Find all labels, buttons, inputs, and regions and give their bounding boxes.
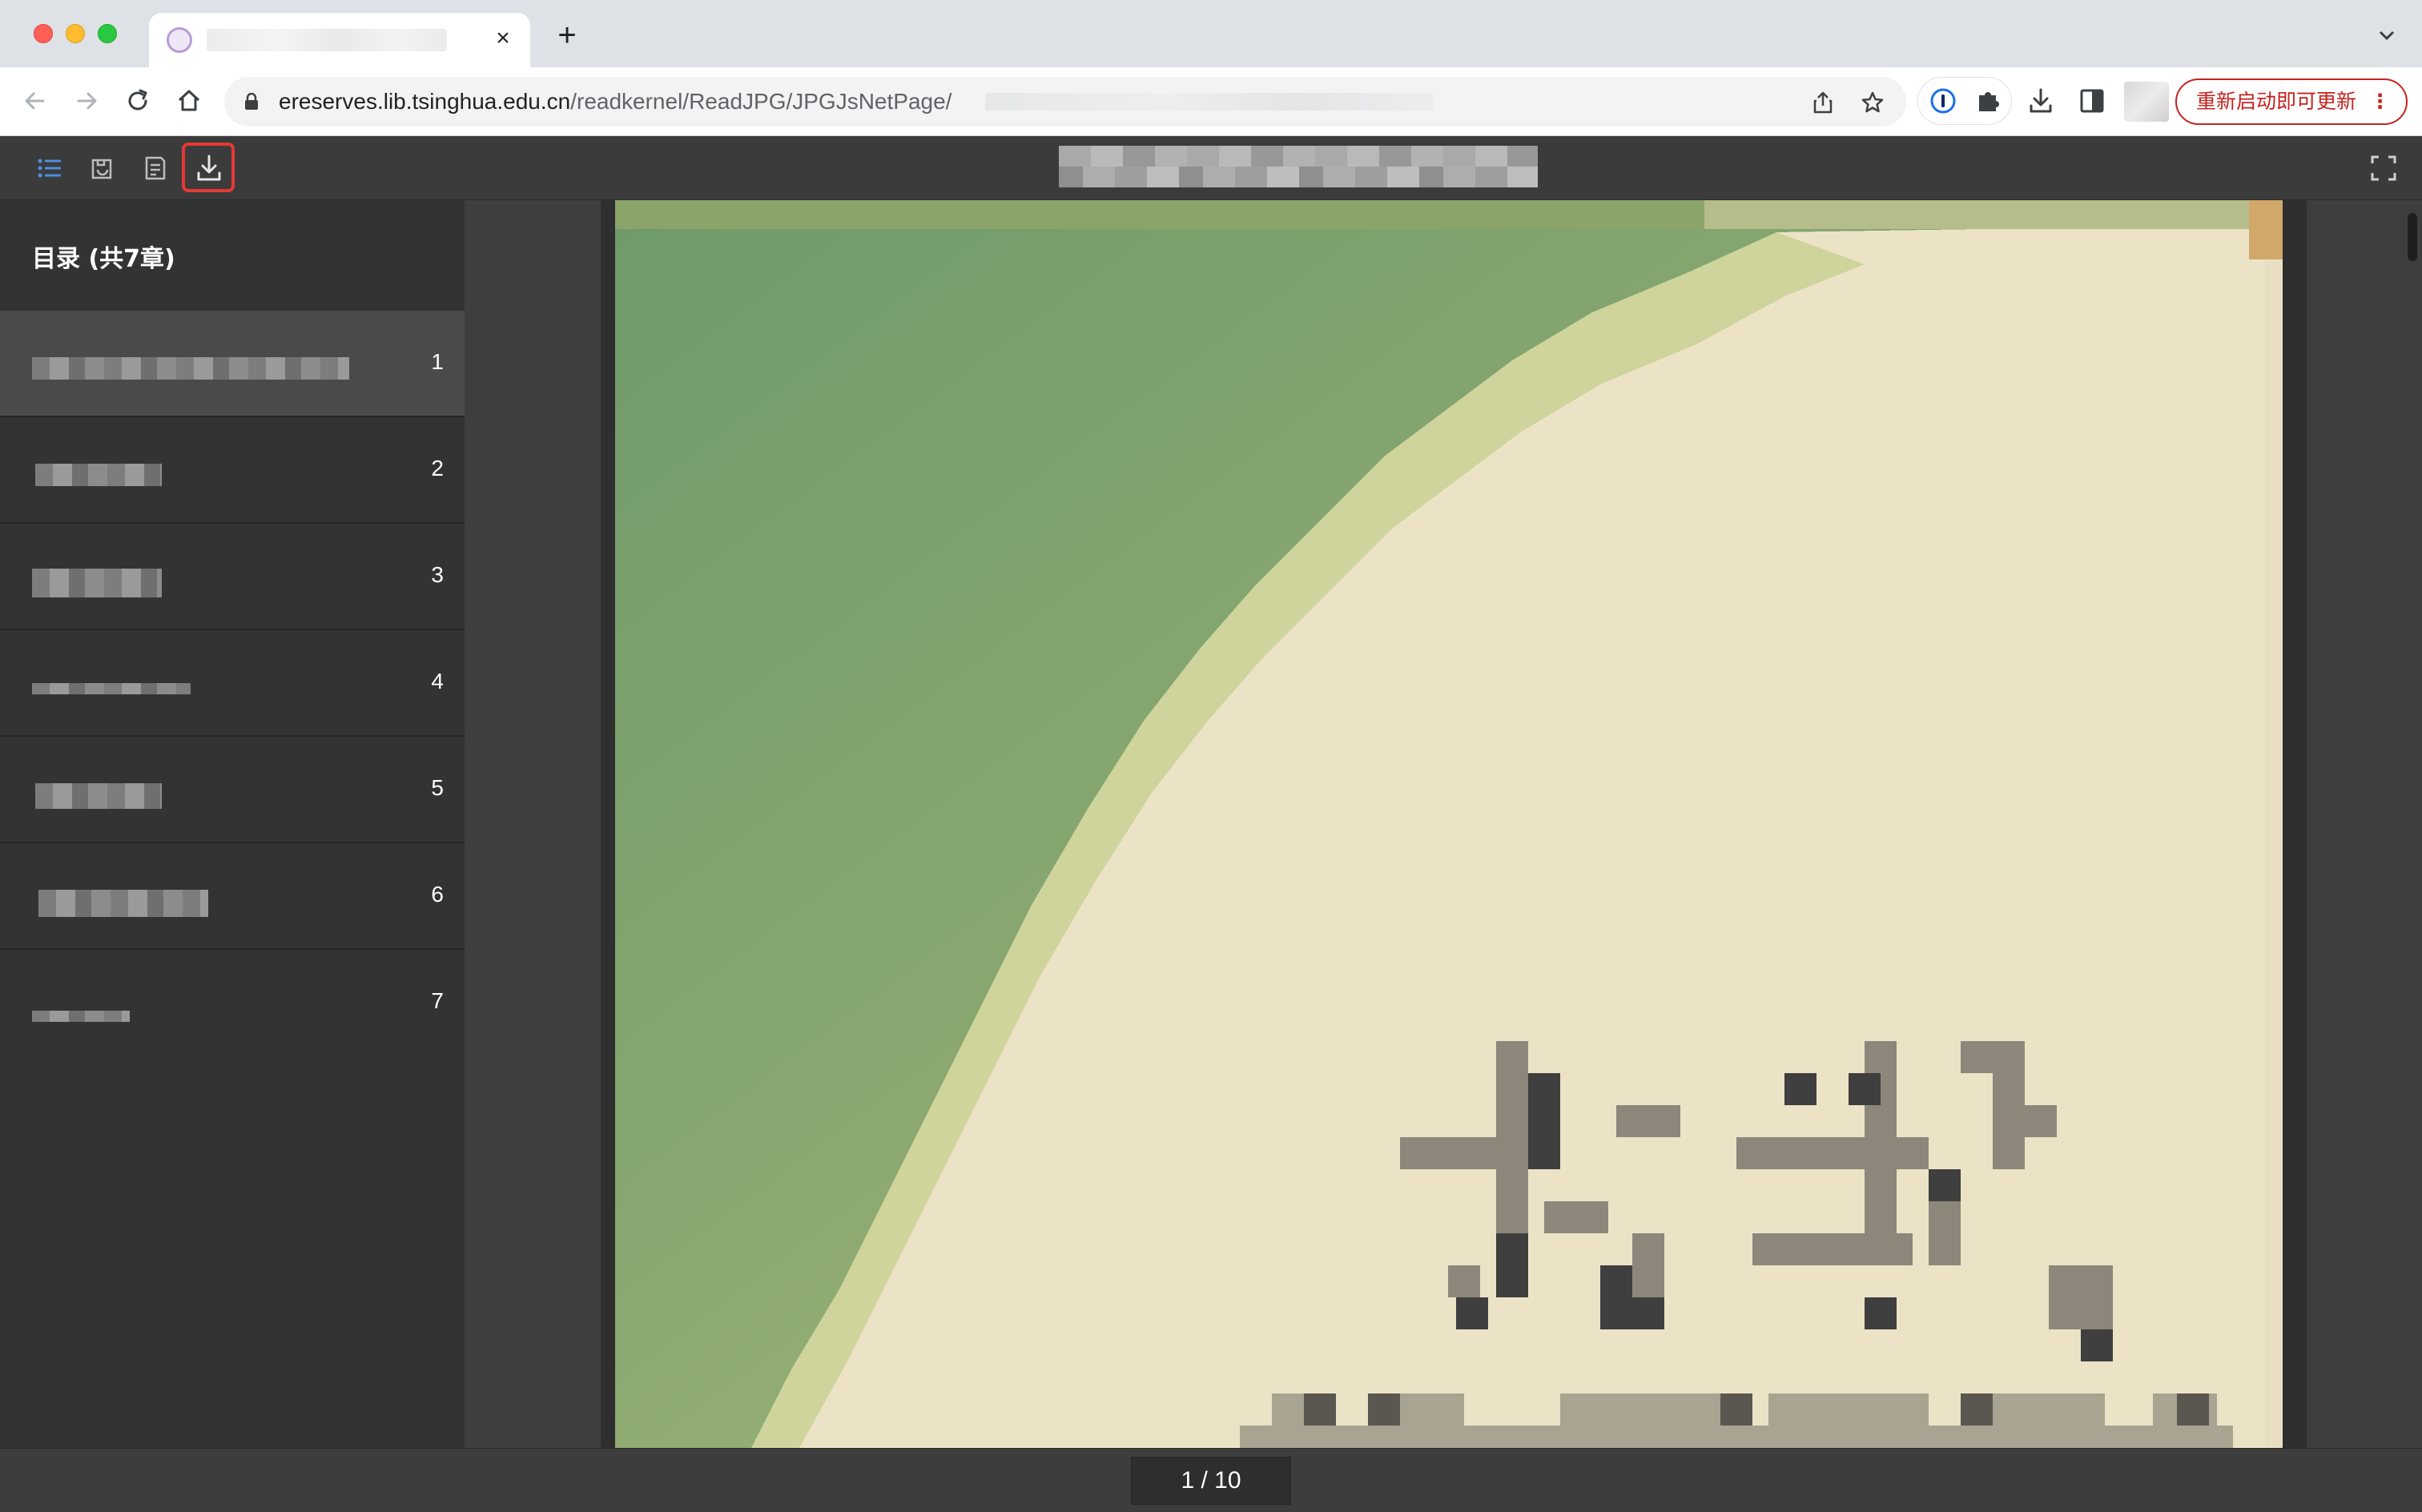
address-bar[interactable]: ereserves.lib.tsinghua.edu.cn/readkernel… — [224, 77, 1906, 127]
list-icon[interactable] — [34, 152, 66, 184]
toc-item-title-redacted — [32, 569, 162, 597]
password-manager-icon[interactable] — [1929, 87, 1957, 115]
notes-icon[interactable] — [139, 152, 171, 184]
toc-item-number: 3 — [431, 562, 444, 587]
viewer-scrollbar[interactable] — [2408, 213, 2417, 261]
url-host: ereserves.lib.tsinghua.edu.cn — [279, 89, 571, 114]
tab-close-button[interactable]: × — [489, 24, 517, 53]
toc-item-7[interactable]: 7 — [0, 950, 465, 1056]
window-minimize-button[interactable] — [66, 24, 85, 43]
url-text[interactable]: ereserves.lib.tsinghua.edu.cn/readkernel… — [279, 89, 952, 115]
toc-item-number: 5 — [431, 775, 444, 800]
extensions-pill — [1917, 77, 2012, 125]
download-button-highlight[interactable] — [182, 143, 235, 192]
download-icon[interactable] — [2026, 86, 2055, 115]
new-tab-button[interactable]: + — [553, 19, 581, 51]
side-panel-icon[interactable] — [2078, 86, 2106, 115]
toc-item-number: 7 — [431, 988, 444, 1013]
reader-toolbar — [0, 136, 2422, 200]
puzzle-icon[interactable] — [1974, 87, 2002, 115]
browser-tab-strip: × + — [0, 0, 2422, 67]
toc-item-number: 1 — [431, 349, 444, 374]
url-redacted — [985, 93, 1434, 111]
toc-item-1[interactable]: 1 — [0, 311, 465, 417]
star-icon[interactable] — [1860, 90, 1885, 115]
toc-item-2[interactable]: 2 — [0, 417, 465, 524]
toc-item-4[interactable]: 4 — [0, 630, 465, 737]
lock-icon[interactable] — [243, 93, 260, 111]
toc-item-title-redacted — [35, 464, 162, 486]
thumbnail-icon[interactable] — [86, 152, 119, 184]
toc-item-5[interactable]: 5 — [0, 737, 465, 843]
reader-bottom-bar: 1 / 10 — [0, 1448, 2422, 1512]
tab-title-redacted — [207, 29, 447, 51]
toc-item-title-redacted — [32, 1011, 130, 1022]
toc-item-number: 6 — [431, 882, 444, 907]
arrow-right-icon[interactable] — [70, 85, 103, 117]
toc-sidebar: 目录 (共7章) 1 2 3 4 5 6 7 — [0, 200, 465, 1448]
relaunch-to-update-button[interactable]: 重新启动即可更新 ⋮ — [2175, 78, 2408, 125]
chevron-down-icon[interactable] — [2376, 24, 2398, 46]
page-indicator[interactable]: 1 / 10 — [1131, 1457, 1291, 1505]
pixelated-cover-image — [615, 200, 2283, 1448]
share-icon[interactable] — [1810, 90, 1836, 115]
toc-item-number: 2 — [431, 456, 444, 481]
relaunch-label: 重新启动即可更新 — [2196, 90, 2357, 113]
toc-item-3[interactable]: 3 — [0, 524, 465, 630]
toc-item-title-redacted — [35, 783, 162, 809]
download-icon[interactable] — [193, 152, 225, 184]
profile-avatar[interactable] — [2124, 82, 2169, 122]
page-image — [615, 200, 2283, 1448]
toc-item-title-redacted — [32, 683, 191, 694]
fullscreen-icon[interactable] — [2369, 154, 2398, 183]
browser-menu-icon[interactable]: ⋮ — [2370, 80, 2390, 123]
document-title-redacted — [1059, 146, 1538, 187]
window-close-button[interactable] — [34, 24, 53, 43]
reload-icon[interactable] — [122, 85, 154, 117]
toc-item-title-redacted — [32, 357, 349, 380]
browser-tab-active[interactable]: × — [149, 13, 530, 67]
url-path: /readkernel/ReadJPG/JPGJsNetPage/ — [570, 89, 952, 114]
page-viewer[interactable] — [465, 200, 2422, 1448]
arrow-left-icon[interactable] — [19, 85, 51, 117]
toc-item-number: 4 — [431, 669, 444, 694]
toc-item-title-redacted — [38, 890, 208, 917]
browser-toolbar: ereserves.lib.tsinghua.edu.cn/readkernel… — [0, 67, 2422, 136]
window-zoom-button[interactable] — [98, 24, 117, 43]
home-icon[interactable] — [173, 85, 205, 117]
toc-title: 目录 (共7章) — [32, 245, 175, 273]
toc-item-6[interactable]: 6 — [0, 843, 465, 950]
site-favicon-icon — [167, 27, 192, 53]
